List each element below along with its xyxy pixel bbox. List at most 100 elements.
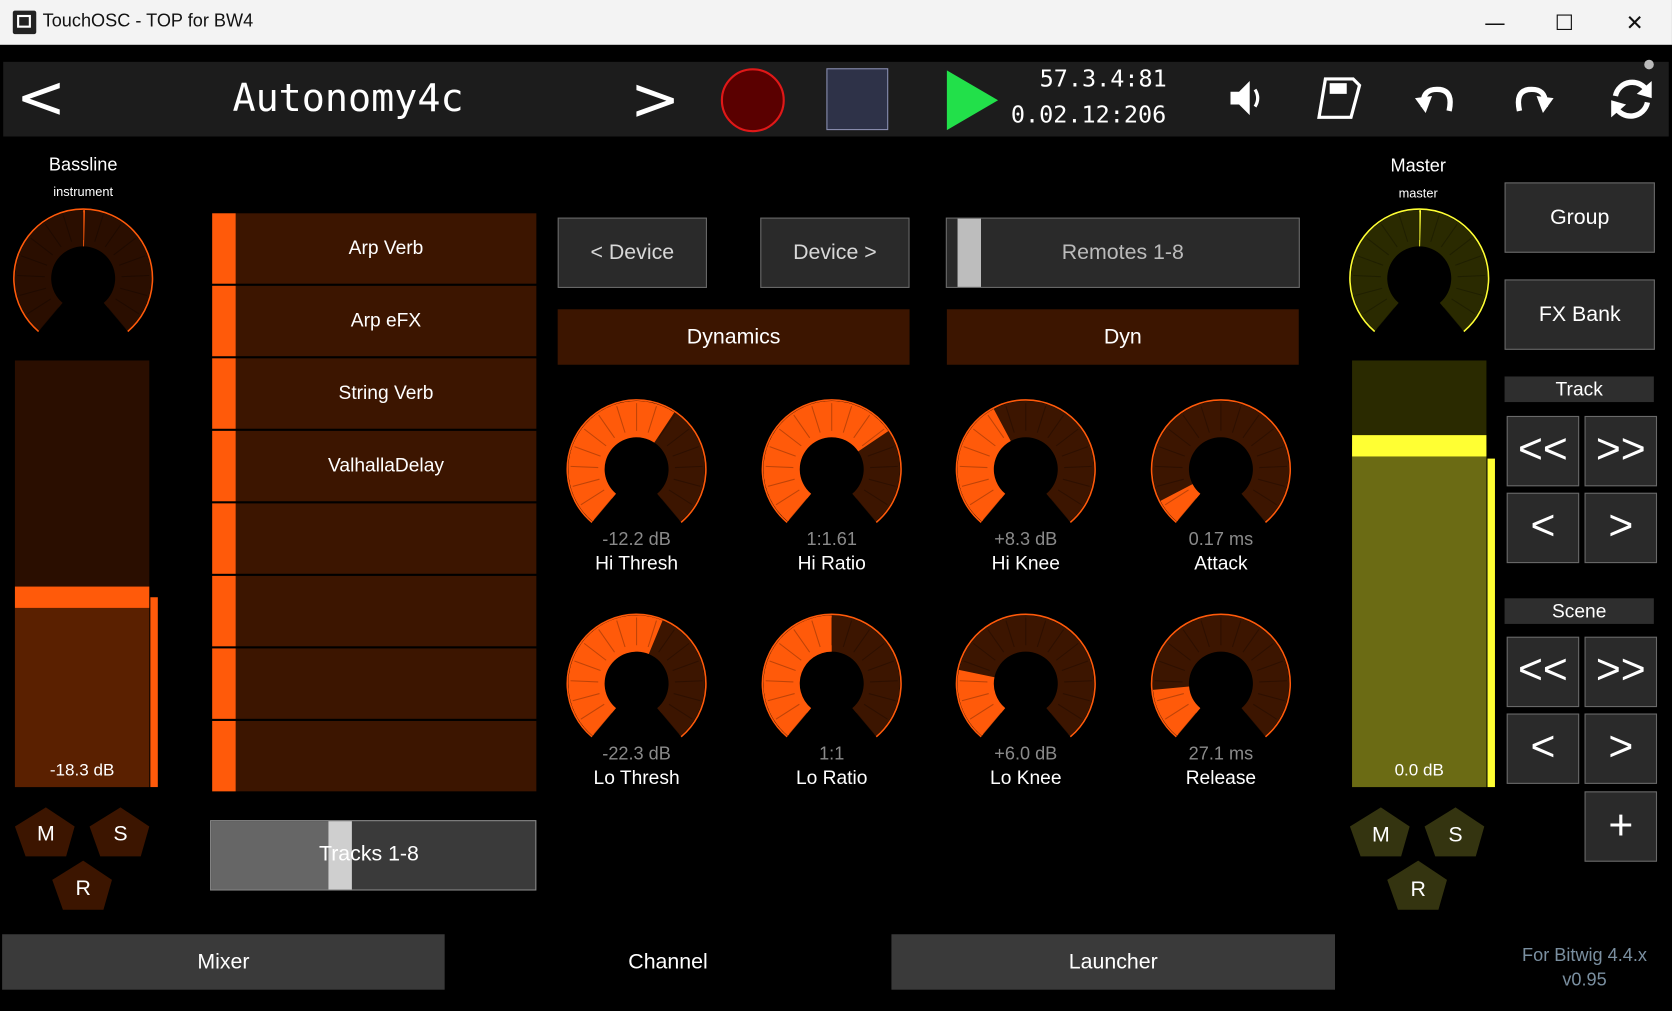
remote-knob[interactable] bbox=[562, 399, 711, 538]
tab-channel[interactable]: Channel bbox=[446, 934, 890, 990]
remote-knob-value: -12.2 dB bbox=[602, 528, 671, 550]
remote-knob-value: 1:1.61 bbox=[806, 528, 857, 550]
position-time: 0.02.12:206 bbox=[1010, 102, 1167, 130]
remote-knob-name: Lo Thresh bbox=[593, 766, 680, 789]
scene-nav-label: Scene bbox=[1504, 598, 1654, 624]
next-device-button[interactable]: Device > bbox=[760, 217, 910, 288]
add-scene-button[interactable]: + bbox=[1584, 791, 1658, 862]
version-footer: For Bitwig 4.4.x v0.95 bbox=[1499, 943, 1670, 992]
remote-knob-name: Hi Thresh bbox=[595, 552, 679, 574]
remote-knob-value: 1:1 bbox=[819, 743, 845, 764]
project-name: Autonomy4c bbox=[232, 76, 464, 121]
prev-device-button[interactable]: < Device bbox=[557, 217, 707, 288]
device-slot[interactable]: Arp Verb bbox=[212, 213, 537, 284]
master-rec-label: R bbox=[1410, 877, 1426, 902]
record-button[interactable] bbox=[720, 68, 785, 133]
refresh-icon[interactable] bbox=[1605, 73, 1658, 126]
remote-knob[interactable] bbox=[1146, 399, 1295, 538]
device-slot-label: Arp eFX bbox=[350, 309, 422, 331]
remote-knob[interactable] bbox=[951, 613, 1100, 752]
channel-volume-handle[interactable] bbox=[14, 586, 150, 608]
remote-knob[interactable] bbox=[757, 613, 906, 752]
device-slot[interactable]: String Verb bbox=[212, 358, 537, 429]
device-enable-toggle[interactable] bbox=[212, 720, 236, 792]
prev-project-button[interactable]: < bbox=[16, 63, 66, 132]
track-back-button[interactable]: < bbox=[1506, 492, 1580, 564]
scene-page-back-button[interactable]: << bbox=[1506, 636, 1580, 708]
remotes-page-label: Remotes 1-8 bbox=[1061, 241, 1184, 265]
channel-level-meter bbox=[150, 597, 158, 788]
device-enable-toggle[interactable] bbox=[212, 575, 236, 647]
remote-knob[interactable] bbox=[757, 399, 906, 538]
device-enable-toggle[interactable] bbox=[212, 430, 236, 502]
track-nav-label: Track bbox=[1504, 376, 1654, 403]
track-forward-button[interactable]: > bbox=[1584, 492, 1658, 564]
channel-type: instrument bbox=[53, 184, 114, 200]
minimize-button[interactable]: — bbox=[1469, 6, 1520, 38]
channel-pan-knob[interactable] bbox=[9, 208, 158, 349]
stop-button[interactable] bbox=[826, 68, 889, 131]
remote-knob-name: Hi Knee bbox=[991, 552, 1060, 574]
master-type: master bbox=[1398, 185, 1438, 201]
scene-forward-button[interactable]: > bbox=[1584, 713, 1658, 784]
device-slot[interactable] bbox=[212, 648, 537, 719]
channel-volume-fill bbox=[14, 607, 150, 788]
master-volume-fader[interactable]: 0.0 dB bbox=[1352, 360, 1487, 788]
tracks-bank-selector[interactable]: Tracks 1-8 bbox=[210, 820, 537, 891]
remote-knob-value: 0.17 ms bbox=[1188, 528, 1254, 550]
track-page-forward-button[interactable]: >> bbox=[1584, 415, 1658, 487]
next-project-button[interactable]: > bbox=[630, 66, 680, 134]
remotes-page-selector[interactable]: Remotes 1-8 bbox=[945, 217, 1300, 288]
master-solo-label: S bbox=[1448, 823, 1463, 847]
device-enable-toggle[interactable] bbox=[212, 213, 236, 284]
tab-launcher[interactable]: Launcher bbox=[891, 934, 1336, 990]
device-enable-toggle[interactable] bbox=[212, 285, 236, 357]
fx-bank-button[interactable]: FX Bank bbox=[1504, 279, 1655, 350]
remote-knob-name: Release bbox=[1185, 766, 1257, 789]
maximize-button[interactable]: ☐ bbox=[1539, 6, 1590, 38]
save-icon[interactable] bbox=[1315, 75, 1362, 122]
knob-value-arc bbox=[568, 401, 675, 522]
device-slot[interactable]: ValhallaDelay bbox=[212, 430, 537, 502]
scene-back-button[interactable]: < bbox=[1506, 713, 1580, 784]
close-button[interactable]: ✕ bbox=[1609, 6, 1660, 38]
device-slot-label: Arp Verb bbox=[348, 236, 424, 259]
master-volume-fill bbox=[1352, 445, 1487, 788]
device-enable-toggle[interactable] bbox=[212, 503, 236, 574]
knob-value-arc bbox=[763, 615, 832, 736]
remote-knob[interactable] bbox=[1146, 613, 1295, 752]
device-slot[interactable] bbox=[212, 575, 537, 647]
footer-line-1: For Bitwig 4.4.x bbox=[1522, 944, 1647, 966]
transport-toolbar: < Autonomy4c > 57.3.4:81 0.02.12:206 bbox=[3, 59, 1669, 137]
window-title: TouchOSC - TOP for BW4 bbox=[42, 10, 254, 31]
channel-volume-fader[interactable]: -18.3 dB bbox=[14, 360, 150, 788]
scene-page-forward-button[interactable]: >> bbox=[1584, 636, 1658, 708]
device-enable-toggle[interactable] bbox=[212, 648, 236, 719]
tracks-bank-label: Tracks 1-8 bbox=[318, 842, 419, 866]
device-slot[interactable] bbox=[212, 720, 537, 792]
redo-icon[interactable] bbox=[1509, 77, 1556, 120]
play-button[interactable] bbox=[946, 70, 999, 131]
metronome-icon[interactable] bbox=[1226, 77, 1262, 120]
remote-knob-value: -22.3 dB bbox=[602, 743, 671, 764]
remote-knob-value: +6.0 dB bbox=[994, 743, 1058, 764]
device-enable-toggle[interactable] bbox=[212, 358, 236, 429]
master-pan-knob[interactable] bbox=[1345, 208, 1494, 349]
channel-volume-readout: -18.3 dB bbox=[49, 761, 115, 780]
tab-mixer[interactable]: Mixer bbox=[2, 934, 445, 990]
device-slot[interactable]: Arp eFX bbox=[212, 285, 537, 357]
remote-knob[interactable] bbox=[951, 399, 1100, 538]
device-slot-label: String Verb bbox=[338, 381, 434, 404]
knob-value-arc bbox=[957, 669, 1006, 736]
undo-icon[interactable] bbox=[1413, 77, 1460, 120]
footer-line-2: v0.95 bbox=[1562, 969, 1607, 990]
remote-knob[interactable] bbox=[562, 613, 711, 752]
remote-knob-name: Lo Knee bbox=[990, 766, 1062, 789]
group-button[interactable]: Group bbox=[1504, 182, 1655, 253]
device-slot[interactable] bbox=[212, 503, 537, 574]
remote-knob-name: Hi Ratio bbox=[797, 552, 866, 574]
track-page-back-button[interactable]: << bbox=[1506, 415, 1580, 487]
master-volume-handle[interactable] bbox=[1352, 435, 1487, 457]
app-icon bbox=[12, 10, 37, 35]
remote-page-name: Dyn bbox=[946, 309, 1299, 365]
